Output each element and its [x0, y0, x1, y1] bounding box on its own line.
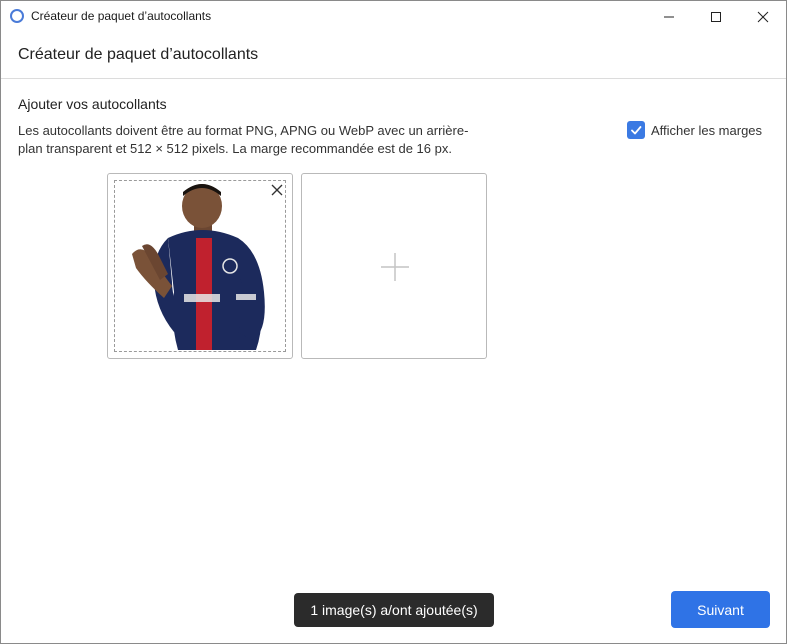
remove-icon[interactable] [270, 183, 284, 197]
next-button[interactable]: Suivant [671, 591, 770, 628]
sticker-tile[interactable] [107, 173, 293, 359]
notification-toast: 1 image(s) a/ont ajoutée(s) [294, 593, 494, 627]
close-icon [757, 11, 769, 22]
show-margins-checkbox[interactable] [627, 121, 645, 139]
checkmark-icon [631, 126, 642, 135]
sticker-pack-creator-window: Créateur de paquet d’autocollants Créate… [0, 0, 787, 644]
add-sticker-button[interactable] [301, 173, 487, 359]
page-header: Créateur de paquet d’autocollants [1, 32, 786, 79]
show-margins-label: Afficher les marges [651, 122, 763, 138]
sticker-image [132, 184, 265, 350]
page-title: Créateur de paquet d’autocollants [18, 46, 259, 63]
minimize-button[interactable] [646, 1, 692, 32]
minimize-icon [664, 16, 674, 17]
section-title: Ajouter vos autocollants [18, 96, 167, 112]
window-title: Créateur de paquet d’autocollants [31, 9, 212, 23]
title-bar: Créateur de paquet d’autocollants [1, 1, 786, 32]
maximize-button[interactable] [693, 1, 739, 32]
close-window-button[interactable] [740, 1, 786, 32]
show-margins-toggle[interactable]: Afficher les marges [627, 121, 762, 139]
plus-icon [381, 253, 409, 281]
maximize-icon [711, 11, 721, 22]
requirements-description: Les autocollants doivent être au format … [18, 123, 469, 156]
app-ring-icon [10, 9, 24, 23]
